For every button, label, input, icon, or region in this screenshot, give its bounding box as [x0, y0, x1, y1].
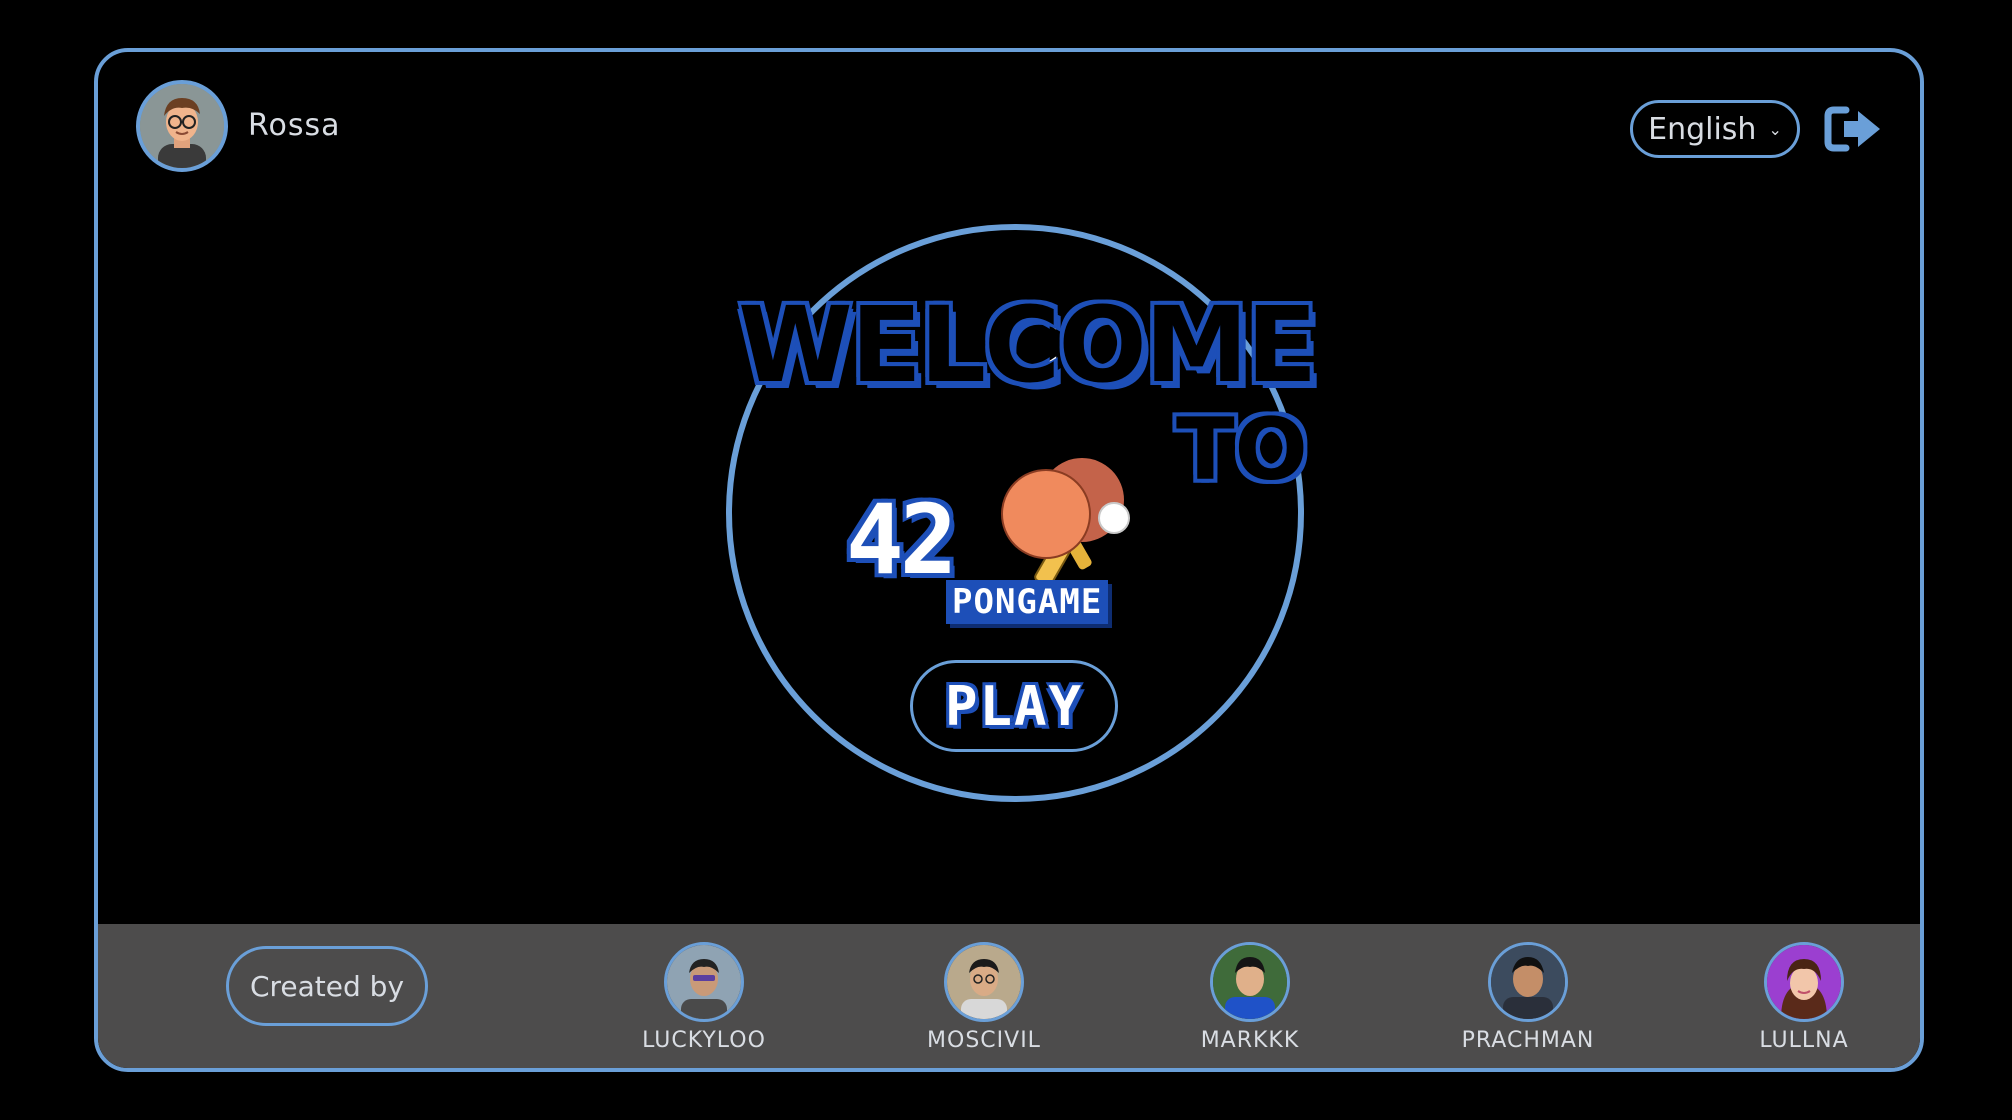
ping-pong-paddles-icon [986, 448, 1136, 594]
member-avatar [1764, 942, 1844, 1022]
member-lullna[interactable]: LULLNA [1704, 942, 1904, 1053]
chevron-down-icon: ⌄ [1768, 119, 1782, 139]
language-select[interactable]: English ⌄ [1630, 100, 1800, 158]
member-avatar [1210, 942, 1290, 1022]
logout-icon[interactable] [1824, 104, 1884, 154]
member-name: MOSCIVIL [927, 1028, 1041, 1053]
member-avatar [664, 942, 744, 1022]
to-heading: TO [1174, 398, 1311, 503]
member-name: PRACHMAN [1461, 1028, 1595, 1053]
user-avatar[interactable] [136, 80, 228, 172]
logo-number: 42 [846, 484, 958, 596]
member-name: LUCKYLOO [642, 1028, 766, 1053]
play-button[interactable]: PLAY [910, 660, 1118, 752]
member-name: LULLNA [1759, 1028, 1849, 1053]
member-prachman[interactable]: PRACHMAN [1428, 942, 1628, 1053]
member-avatar [1488, 942, 1568, 1022]
welcome-heading: WELCOME [735, 282, 1319, 409]
member-moscivil[interactable]: MOSCIVIL [884, 942, 1084, 1053]
member-luckyloo[interactable]: LUCKYLOO [604, 942, 804, 1053]
member-avatar [944, 942, 1024, 1022]
member-name: MARKKK [1200, 1028, 1300, 1053]
credits-footer: Created by LUCKYLOO MOSCIVIL MARKKK PRAC… [98, 924, 1920, 1068]
app-frame: Rossa English ⌄ WELCOME TO 42 PONGAME PL… [94, 48, 1924, 1072]
logo-word: PONGAME [946, 580, 1109, 624]
username: Rossa [248, 108, 341, 143]
language-label: English [1648, 111, 1757, 147]
created-by-button[interactable]: Created by [226, 946, 428, 1026]
member-markkk[interactable]: MARKKK [1150, 942, 1350, 1053]
